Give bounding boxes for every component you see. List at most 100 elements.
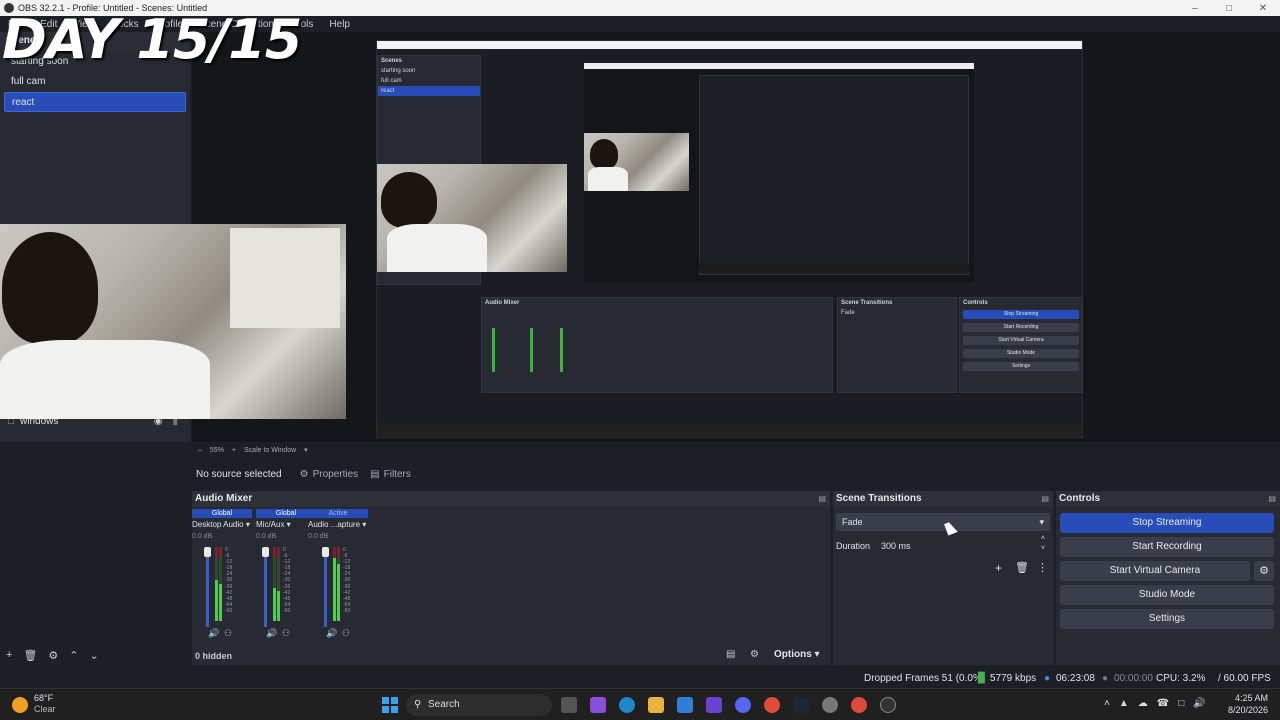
volume-fader[interactable]: [324, 547, 327, 627]
volume-fader[interactable]: [264, 547, 267, 627]
dock-float-icon[interactable]: ▤: [1041, 491, 1049, 507]
filters-label: Filters: [383, 468, 411, 480]
meter-peak-zone: [219, 547, 222, 557]
chrome-icon[interactable]: [764, 697, 780, 713]
windows-start-icon[interactable]: [382, 697, 398, 713]
filters-button[interactable]: ▤ Filters: [370, 469, 411, 480]
monitor-headphone-icon[interactable]: ⚇: [282, 628, 290, 639]
meter-level: [333, 558, 336, 621]
properties-label: Properties: [312, 468, 359, 480]
maximize-icon[interactable]: □: [1212, 3, 1246, 14]
meter-peak-zone: [277, 547, 280, 557]
duration-input[interactable]: 300 ms ˄ ˅: [877, 534, 1049, 555]
nested-scene-react: react: [378, 86, 480, 96]
scale-mode-chevron-icon[interactable]: ▾: [304, 446, 308, 454]
zoom-in-icon[interactable]: +: [232, 447, 236, 454]
nested-controls: Controls Stop Streaming Start Recording …: [959, 297, 1083, 393]
settings-button[interactable]: Settings: [1060, 609, 1274, 629]
meter-peak-zone: [333, 547, 336, 557]
nested-studio-mode: Studio Mode: [963, 349, 1079, 358]
meter-level: [337, 564, 340, 621]
close-icon[interactable]: ✕: [1246, 3, 1280, 14]
controls-header: Controls ▤: [1056, 491, 1280, 507]
day-counter-overlay: DAY 15/15: [2, 8, 302, 71]
zoom-out-icon[interactable]: –: [198, 447, 202, 454]
studio-mode-button[interactable]: Studio Mode: [1060, 585, 1274, 605]
clock-time[interactable]: 4:25 AM: [1222, 693, 1268, 703]
add-scene-icon[interactable]: +: [6, 649, 12, 661]
nested-webcam: [584, 133, 689, 191]
volume-fader[interactable]: [206, 547, 209, 627]
transition-select[interactable]: Fade ▾: [836, 513, 1050, 531]
weather-temp[interactable]: 68°F: [34, 693, 53, 703]
mute-speaker-icon[interactable]: 🔊: [208, 628, 219, 639]
mute-speaker-icon[interactable]: 🔊: [326, 628, 337, 639]
scene-item-react[interactable]: react: [4, 92, 186, 112]
remove-transition-icon[interactable]: 🗑: [1015, 561, 1029, 574]
fader-knob[interactable]: [262, 547, 269, 557]
spinner-icon[interactable]: ˄ ˅: [1041, 534, 1045, 554]
search-icon: ⚲: [414, 699, 422, 710]
file-explorer-icon[interactable]: [648, 697, 664, 713]
discord-icon[interactable]: [735, 697, 751, 713]
dock-float-icon[interactable]: ▤: [1268, 491, 1276, 507]
start-virtual-camera-button[interactable]: Start Virtual Camera: [1060, 561, 1250, 581]
controls-title: Controls: [1059, 493, 1101, 504]
channel-name[interactable]: Desktop Audio ▾: [192, 520, 252, 529]
mute-speaker-icon[interactable]: 🔊: [266, 628, 277, 639]
properties-bar: No source selected ⚙ Properties ▤ Filter…: [192, 462, 1280, 486]
settings-app-icon[interactable]: [822, 697, 838, 713]
add-transition-icon[interactable]: +: [995, 561, 1002, 575]
dock-float-icon[interactable]: ▤: [818, 491, 826, 507]
chrome-secondary-icon[interactable]: [851, 697, 867, 713]
move-up-icon[interactable]: ⌃: [69, 649, 78, 662]
steam-icon[interactable]: [793, 697, 809, 713]
scene-transitions-title: Scene Transitions: [836, 493, 922, 504]
channel-name[interactable]: Mic/Aux ▾: [256, 520, 316, 529]
minimize-icon[interactable]: –: [1178, 3, 1212, 14]
cpu-usage: CPU: 3.2%: [1156, 673, 1206, 684]
store-icon[interactable]: [677, 697, 693, 713]
nested-scene-transitions: Scene Transitions Fade: [837, 297, 957, 393]
scene-transitions-dock: Scene Transitions ▤ Fade ▾ Duration 300 …: [833, 491, 1053, 665]
apps-icon[interactable]: [706, 697, 722, 713]
hidden-count[interactable]: 0 hidden: [195, 651, 232, 661]
options-button[interactable]: Options ▾: [774, 649, 820, 660]
system-tray-icons[interactable]: ˄▲☁☎□🔊: [1104, 698, 1215, 709]
mixer-advanced-icon[interactable]: ⚙: [750, 649, 759, 660]
nested-audio-mixer-title: Audio Mixer: [485, 300, 520, 306]
fader-knob[interactable]: [322, 547, 329, 557]
taskbar-search[interactable]: ⚲ Search: [406, 694, 552, 716]
meter-peak-zone: [215, 547, 218, 557]
meter-scale: 0 -6 -12 -18 -24 -30 -36 -42 -48 -54 -60: [343, 547, 351, 614]
edge-icon[interactable]: [619, 697, 635, 713]
channel-audio-capture: Active Audio ...apture ▾ 0.0 dB: [308, 509, 368, 540]
nested-controls-title: Controls: [963, 300, 988, 306]
obs-taskbar-icon[interactable]: [880, 697, 896, 713]
move-down-icon[interactable]: ⌄: [90, 649, 99, 662]
nested-scene-starting-soon: starting soon: [381, 68, 416, 74]
menu-help[interactable]: Help: [329, 19, 350, 30]
meter-scale: 0 -6 -12 -18 -24 -30 -36 -42 -48 -54 -60: [283, 547, 291, 614]
monitor-headphone-icon[interactable]: ⚇: [342, 628, 350, 639]
properties-button[interactable]: ⚙ Properties: [300, 469, 359, 480]
copilot-icon[interactable]: [590, 697, 606, 713]
virtual-camera-gear-icon[interactable]: ⚙: [1254, 561, 1274, 581]
channel-name[interactable]: Audio ...apture ▾: [308, 520, 368, 529]
scene-gear-icon[interactable]: ⚙: [48, 649, 58, 662]
zoom-level: 55%: [209, 446, 224, 454]
nested-scene-full-cam: full cam: [381, 78, 402, 84]
remove-scene-icon[interactable]: 🗑: [23, 649, 37, 662]
stop-streaming-button[interactable]: Stop Streaming: [1060, 513, 1274, 533]
start-recording-button[interactable]: Start Recording: [1060, 537, 1274, 557]
more-options-icon[interactable]: ⋮: [1037, 561, 1048, 574]
fader-knob[interactable]: [204, 547, 211, 557]
task-view-icon[interactable]: [561, 697, 577, 713]
scene-item-full-cam[interactable]: full cam: [4, 72, 186, 92]
monitor-headphone-icon[interactable]: ⚇: [224, 628, 232, 639]
scale-mode[interactable]: Scale to Window: [244, 447, 296, 454]
transition-value: Fade: [842, 517, 863, 527]
record-status-icon: ●: [1102, 673, 1109, 684]
mixer-layout-icon[interactable]: ▤: [726, 649, 735, 660]
status-bar: Dropped Frames 51 (0.0%) ▉ 5779 kbps ● 0…: [0, 670, 1280, 688]
